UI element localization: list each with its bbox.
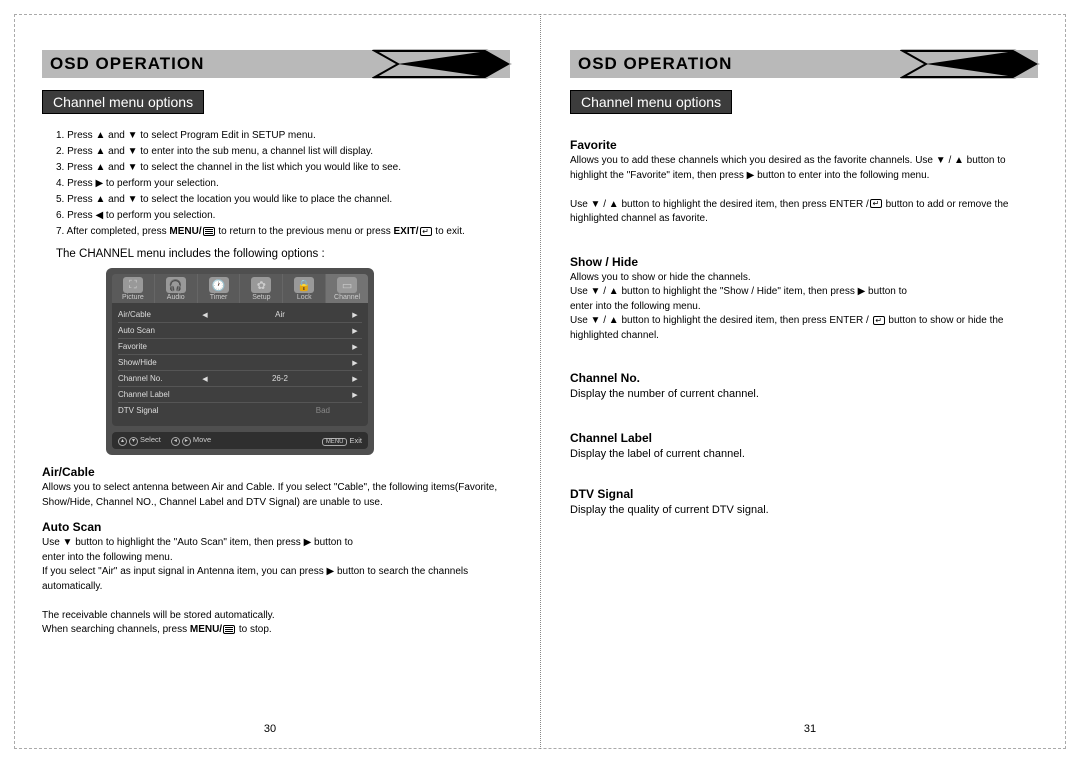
osd-panel: ⛶Picture 🎧Audio 🕐Timer ✿Setup 🔒Lock ▭Cha… [106, 268, 374, 455]
step-item: 4. Press ▶ to perform your selection. [56, 176, 510, 192]
osd-tab-audio: 🎧Audio [155, 274, 197, 303]
section-body: Display the number of current channel. [570, 387, 1038, 403]
page-spread: OSD OPERATION Channel menu options 1. Pr… [0, 0, 1080, 763]
page-number: 30 [0, 723, 540, 735]
osd-row: Channel No.◀26-2▶ [118, 371, 362, 387]
input-icon [873, 316, 885, 325]
input-icon [870, 199, 882, 208]
header-arrow-icon [900, 49, 1040, 79]
section-body: Use ▼ button to highlight the "Auto Scan… [42, 536, 510, 638]
osd-tab-timer: 🕐Timer [198, 274, 240, 303]
header-bar: OSD OPERATION [570, 50, 1038, 78]
osd-tab-lock: 🔒Lock [283, 274, 325, 303]
section-heading-showhide: Show / Hide [570, 255, 1038, 269]
section-heading-aircable: Air/Cable [42, 465, 510, 479]
osd-tab-setup: ✿Setup [240, 274, 282, 303]
osd-tab-picture: ⛶Picture [112, 274, 154, 303]
lock-icon: 🔒 [294, 277, 314, 293]
section-heading-autoscan: Auto Scan [42, 520, 510, 534]
osd-tabs: ⛶Picture 🎧Audio 🕐Timer ✿Setup 🔒Lock ▭Cha… [112, 274, 368, 303]
subheader: Channel menu options [42, 90, 204, 114]
menu-icon [223, 625, 235, 634]
osd-row: Auto Scan▶ [118, 323, 362, 339]
header-title: OSD OPERATION [578, 54, 732, 74]
section-heading-dtvsignal: DTV Signal [570, 487, 1038, 501]
section-body: Display the quality of current DTV signa… [570, 503, 1038, 519]
header-arrow-icon [372, 49, 512, 79]
footer-exit: MENUExit [322, 436, 362, 446]
step-item: 3. Press ▲ and ▼ to select the channel i… [56, 160, 510, 176]
step-item: 6. Press ◀ to perform you selection. [56, 208, 510, 224]
osd-row: Channel Label▶ [118, 387, 362, 403]
step-item: 2. Press ▲ and ▼ to enter into the sub m… [56, 144, 510, 160]
osd-row: Air/Cable◀Air▶ [118, 307, 362, 323]
header-title: OSD OPERATION [50, 54, 204, 74]
subheader: Channel menu options [570, 90, 732, 114]
setup-icon: ✿ [251, 277, 271, 293]
input-icon [420, 227, 432, 236]
audio-icon: 🎧 [166, 277, 186, 293]
section-body: Allows you to select antenna between Air… [42, 481, 510, 510]
section-heading-channelno: Channel No. [570, 371, 1038, 385]
section-heading-channellabel: Channel Label [570, 431, 1038, 445]
page-left: OSD OPERATION Channel menu options 1. Pr… [0, 0, 540, 763]
step-item: 1. Press ▲ and ▼ to select Program Edit … [56, 128, 510, 144]
section-body: Allows you to add these channels which y… [570, 154, 1038, 227]
timer-icon: 🕐 [209, 277, 229, 293]
menu-icon [203, 227, 215, 236]
osd-tab-channel: ▭Channel [326, 274, 368, 303]
footer-move: ◂▸Move [171, 435, 211, 446]
osd-row: Show/Hide▶ [118, 355, 362, 371]
step-item: 5. Press ▲ and ▼ to select the location … [56, 192, 510, 208]
section-heading-favorite: Favorite [570, 138, 1038, 152]
step-item: 7. After completed, press MENU/ to retur… [56, 224, 510, 240]
page-right: OSD OPERATION Channel menu options Favor… [540, 0, 1080, 763]
picture-icon: ⛶ [123, 277, 143, 293]
osd-body: Air/Cable◀Air▶ Auto Scan▶ Favorite▶ Show… [112, 303, 368, 426]
step-list: 1. Press ▲ and ▼ to select Program Edit … [56, 128, 510, 240]
header-bar: OSD OPERATION [42, 50, 510, 78]
intro-text: The CHANNEL menu includes the following … [56, 248, 510, 260]
osd-row: Favorite▶ [118, 339, 362, 355]
osd-row: DTV SignalBad [118, 403, 362, 418]
footer-select: ▴▾Select [118, 435, 161, 446]
section-body: Display the label of current channel. [570, 447, 1038, 463]
page-number: 31 [540, 723, 1080, 735]
osd-footer: ▴▾Select ◂▸Move MENUExit [112, 432, 368, 449]
section-body: Allows you to show or hide the channels.… [570, 271, 1038, 344]
channel-icon: ▭ [337, 277, 357, 293]
